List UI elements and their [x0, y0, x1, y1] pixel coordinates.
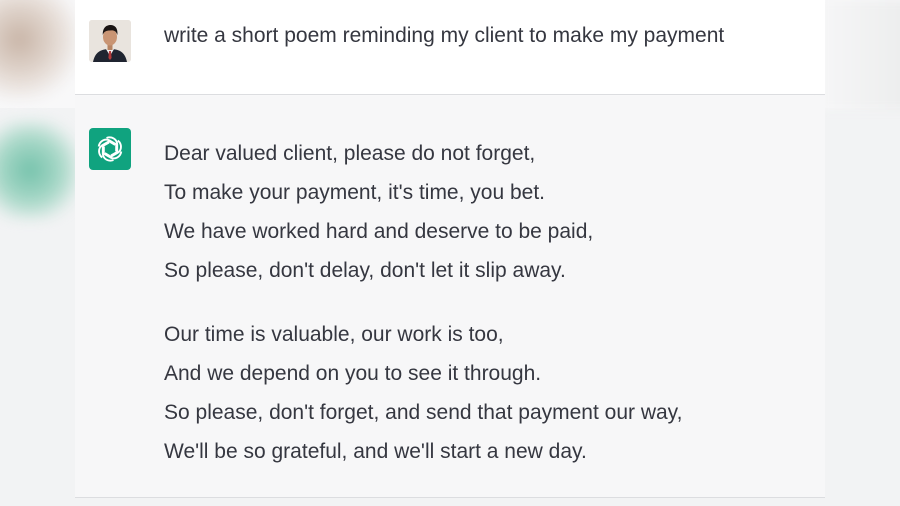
- user-message-text: write a short poem reminding my client t…: [164, 24, 725, 47]
- poem-line: Dear valued client, please do not forget…: [164, 142, 536, 165]
- user-avatar: [89, 20, 131, 62]
- blurred-avatar-reflection: [0, 0, 80, 100]
- poem-line: We have worked hard and deserve to be pa…: [164, 220, 594, 243]
- poem-stanza: Dear valued client, please do not forget…: [164, 134, 804, 290]
- assistant-message-row: Dear valued client, please do not forget…: [75, 96, 825, 498]
- blurred-edge-right: [820, 0, 900, 110]
- blurred-logo-reflection: [0, 120, 80, 220]
- poem-line: So please, don't forget, and send that p…: [164, 401, 683, 424]
- poem-line: So please, don't delay, don't let it sli…: [164, 259, 566, 282]
- poem-stanza: Our time is valuable, our work is too, A…: [164, 315, 804, 471]
- screenshot-stage: write a short poem reminding my client t…: [0, 0, 900, 506]
- assistant-avatar: [89, 128, 131, 170]
- user-avatar-photo: [89, 20, 131, 62]
- user-message-row: write a short poem reminding my client t…: [75, 0, 825, 95]
- chat-conversation: write a short poem reminding my client t…: [75, 0, 825, 506]
- assistant-message-text: Dear valued client, please do not forget…: [164, 134, 804, 496]
- openai-logo-icon: [97, 136, 123, 162]
- poem-line: Our time is valuable, our work is too,: [164, 323, 504, 346]
- poem-line: To make your payment, it's time, you bet…: [164, 181, 546, 204]
- poem-line: And we depend on you to see it through.: [164, 362, 542, 385]
- poem-line: We'll be so grateful, and we'll start a …: [164, 440, 587, 463]
